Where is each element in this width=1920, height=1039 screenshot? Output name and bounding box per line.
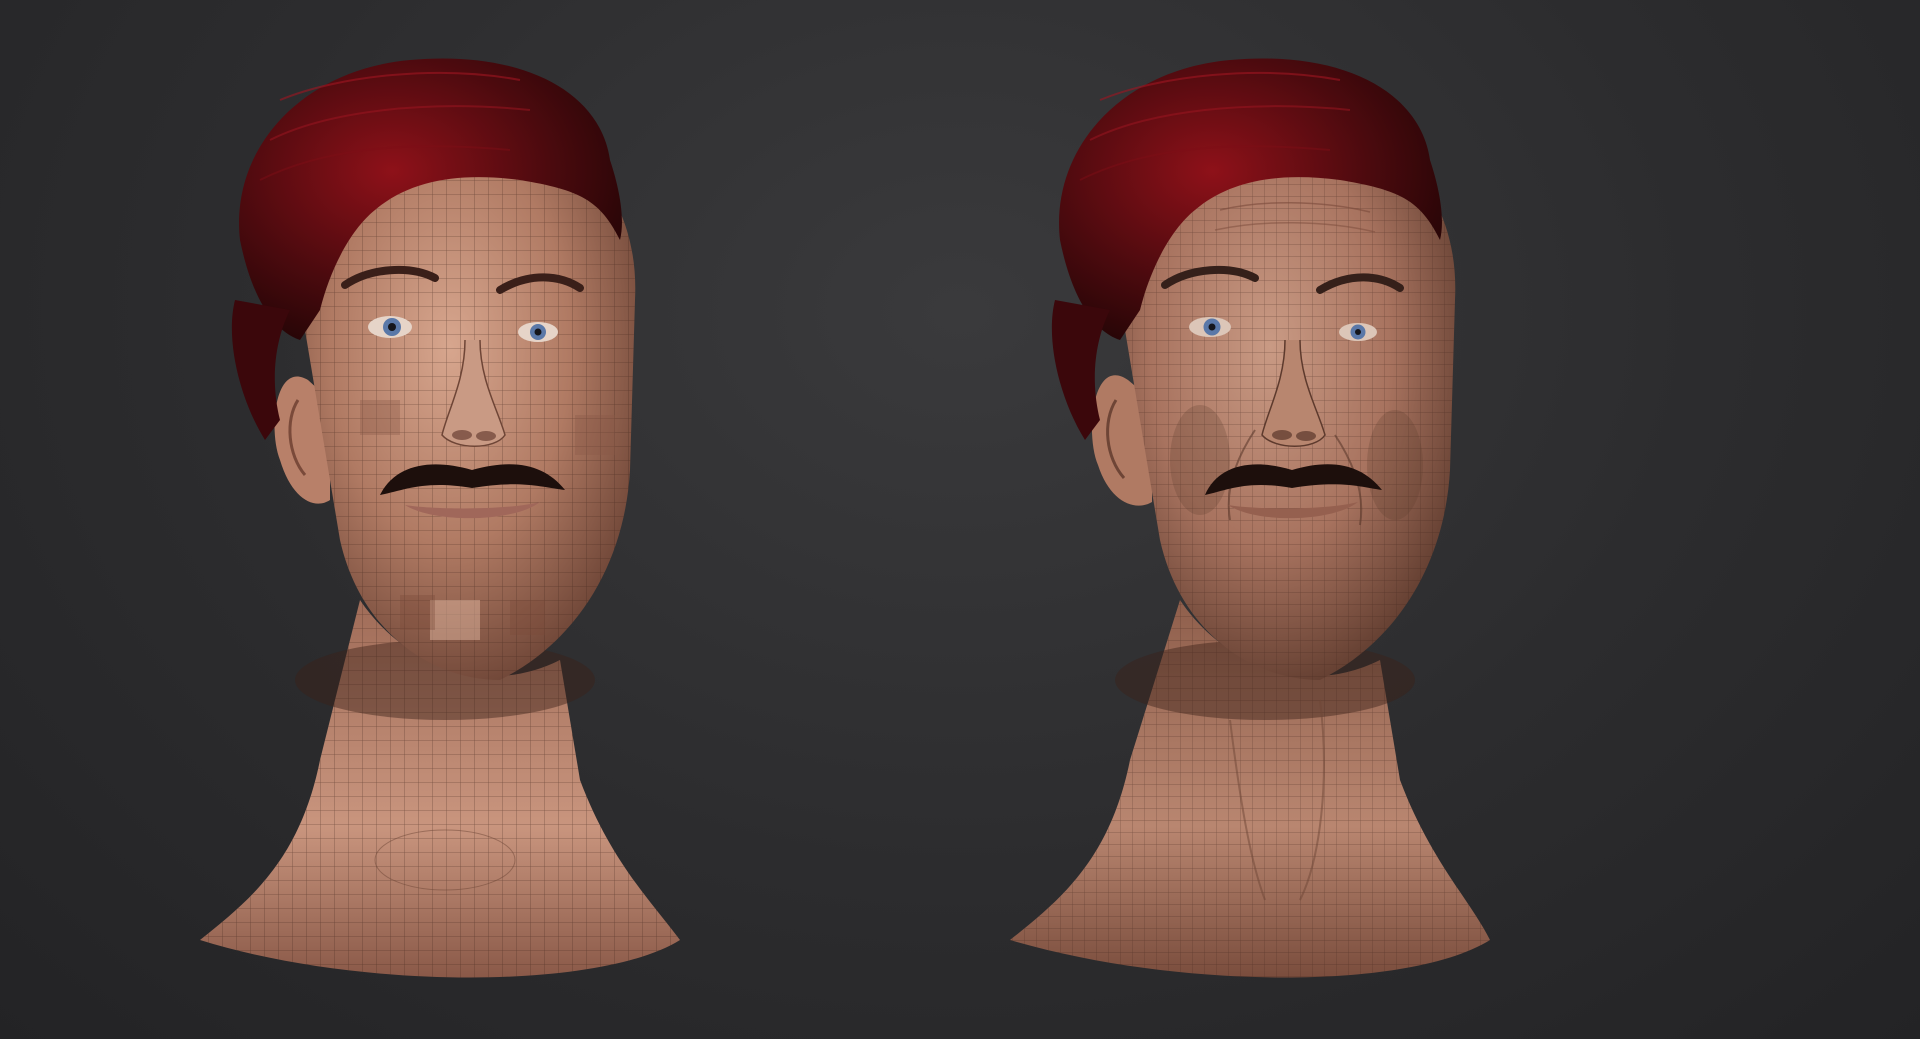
head-left-render xyxy=(200,58,680,978)
head-right-render xyxy=(1010,58,1490,978)
head-model-right[interactable] xyxy=(1000,40,1600,1030)
head-model-left[interactable] xyxy=(180,40,780,1030)
3d-viewport[interactable] xyxy=(0,0,1920,1039)
